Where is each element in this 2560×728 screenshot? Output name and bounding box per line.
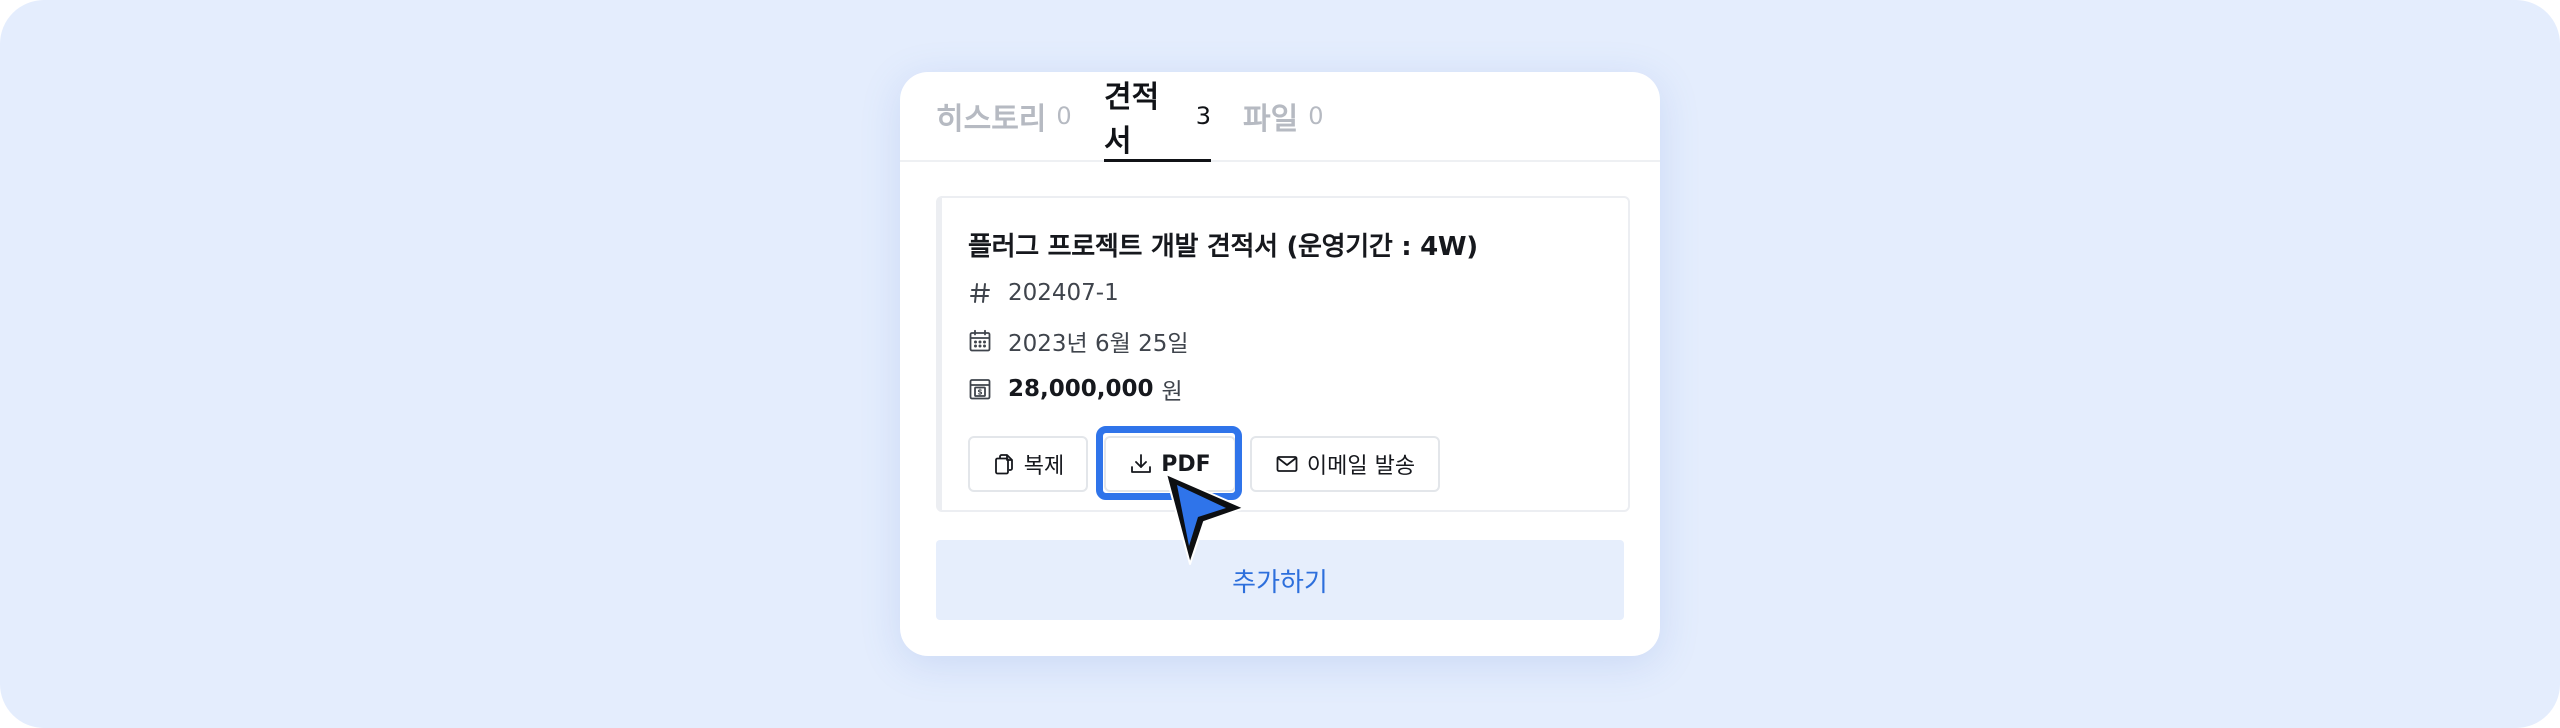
pdf-button-label: PDF — [1161, 451, 1211, 477]
email-button-label: 이메일 발송 — [1306, 454, 1416, 479]
tab-history[interactable]: 히스토리 0 — [936, 72, 1072, 160]
copy-button-label: 복제 — [1023, 454, 1065, 479]
estimate-amount: 28,000,000 — [1008, 376, 1154, 402]
mail-icon — [1275, 452, 1299, 476]
estimate-amount-row: $ 28,000,000 원 — [968, 374, 1183, 405]
copy-button[interactable]: 복제 — [968, 436, 1088, 492]
tab-files-label: 파일 — [1243, 102, 1299, 137]
add-estimate-button[interactable]: 추가하기 — [936, 540, 1624, 620]
estimate-title: 플러그 프로젝트 개발 견적서 (운영기간 : 4W) — [968, 232, 1478, 262]
tab-files[interactable]: 파일 0 — [1243, 72, 1323, 160]
dollar-receipt-icon: $ — [968, 377, 992, 401]
tab-estimate-count: 3 — [1195, 102, 1211, 130]
estimate-number: 202407-1 — [1008, 280, 1119, 306]
tab-history-count: 0 — [1056, 102, 1072, 130]
estimate-amount-unit: 원 — [1161, 379, 1183, 405]
tab-history-label: 히스토리 — [936, 102, 1047, 137]
estimate-number-row: 202407-1 — [968, 278, 1119, 308]
download-icon — [1129, 452, 1153, 476]
estimate-date-row: 2023년 6월 25일 — [968, 326, 1189, 357]
tab-estimate[interactable]: 견적서 3 — [1104, 72, 1211, 162]
app-background: 히스토리 0 견적서 3 파일 0 플러그 프로젝트 개발 견적서 (운영기간 … — [0, 0, 2560, 728]
add-button-label: 추가하기 — [1232, 567, 1328, 598]
pdf-download-button[interactable]: PDF — [1104, 436, 1236, 492]
estimate-panel: 히스토리 0 견적서 3 파일 0 플러그 프로젝트 개발 견적서 (운영기간 … — [900, 72, 1660, 656]
tab-bar: 히스토리 0 견적서 3 파일 0 — [900, 72, 1660, 162]
tab-estimate-label: 견적서 — [1104, 80, 1160, 159]
copy-icon — [992, 452, 1016, 476]
estimate-card[interactable]: 플러그 프로젝트 개발 견적서 (운영기간 : 4W) 202407-1 202… — [936, 196, 1630, 512]
estimate-date: 2023년 6월 25일 — [1008, 331, 1189, 357]
svg-text:$: $ — [977, 388, 982, 397]
hash-icon — [968, 281, 992, 305]
tab-files-count: 0 — [1308, 102, 1324, 130]
calendar-icon — [968, 329, 992, 353]
send-email-button[interactable]: 이메일 발송 — [1250, 436, 1440, 492]
